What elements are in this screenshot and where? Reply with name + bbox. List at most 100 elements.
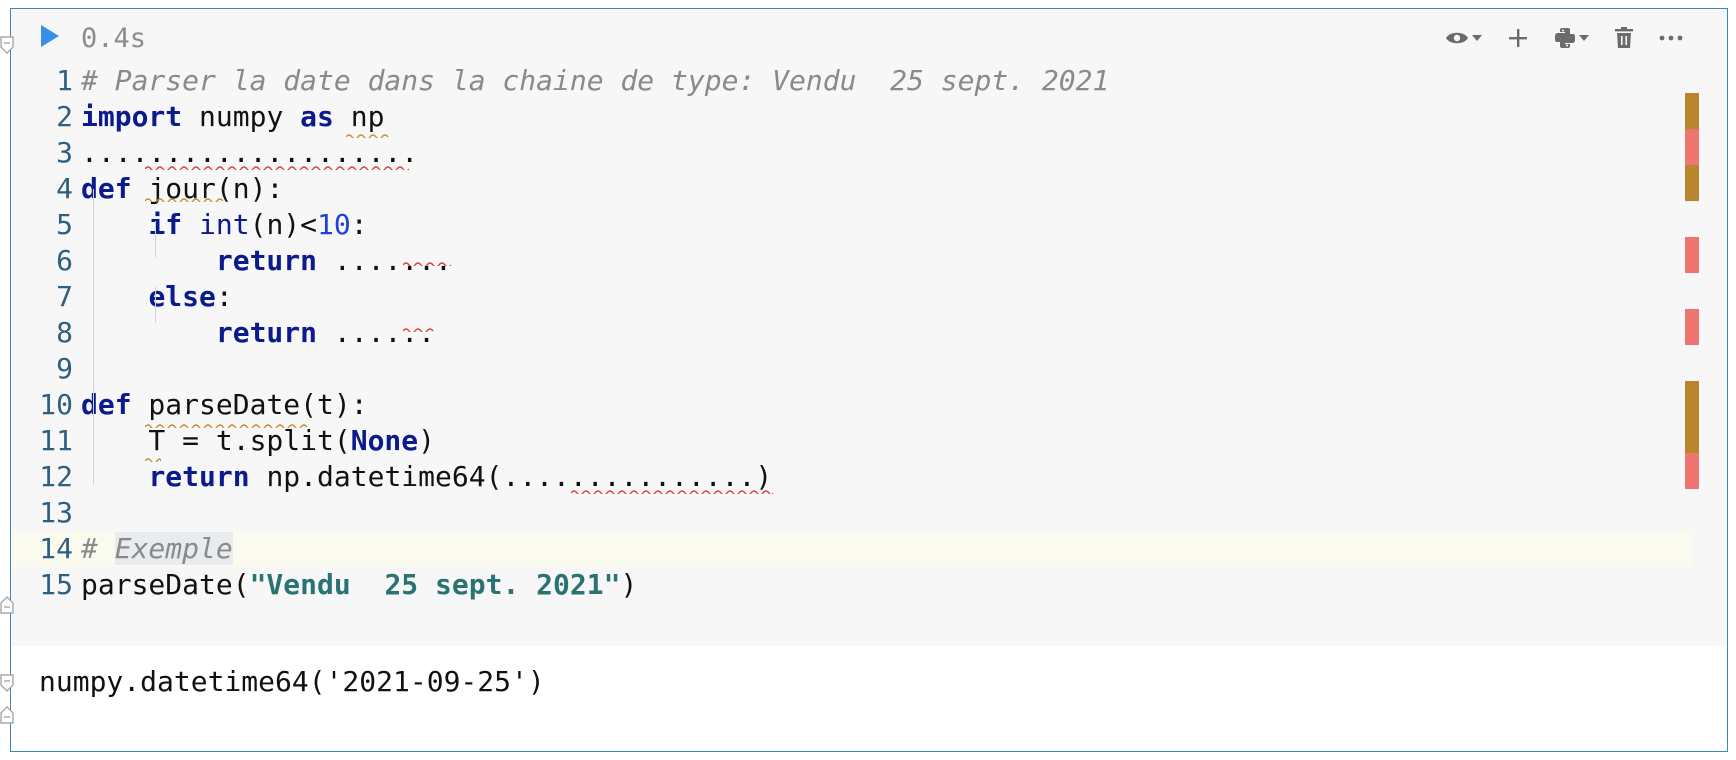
error-marker[interactable] — [1685, 237, 1699, 273]
code-line[interactable]: 13 — [11, 495, 1711, 531]
code-line[interactable]: 9 — [11, 351, 1711, 387]
fold-icon[interactable] — [0, 36, 14, 54]
code-token: def — [81, 388, 132, 421]
line-number: 15 — [39, 568, 73, 601]
more-icon — [1659, 35, 1683, 41]
code-token: # — [81, 532, 115, 565]
code-text[interactable]: # Exemple — [81, 531, 233, 567]
code-token: as — [300, 100, 334, 133]
chevron-down-icon — [1579, 35, 1589, 41]
code-line[interactable]: 1 # Parser la date dans la chaine de type… — [11, 63, 1711, 99]
code-line[interactable]: 7 else: — [11, 279, 1711, 315]
indent-guide — [155, 221, 156, 257]
indent-guide — [93, 189, 94, 451]
code-token: return — [215, 316, 318, 349]
code-line[interactable]: 15 parseDate("Vendu 25 sept. 2021") — [11, 567, 1711, 603]
line-number: 5 — [56, 208, 73, 241]
line-number: 9 — [56, 352, 73, 385]
code-line[interactable]: 5 if int(n)<10: — [11, 207, 1711, 243]
code-token: return — [215, 244, 318, 277]
code-token: parseDate(t): — [131, 388, 368, 421]
line-number: 2 — [56, 100, 73, 133]
code-token: ...... — [317, 316, 436, 349]
cell-output: numpy.datetime64('2021-09-25') — [39, 665, 545, 698]
code-text[interactable]: if int(n)<10: — [81, 207, 368, 243]
error-marker[interactable] — [1685, 129, 1699, 165]
code-token: T = t.split( — [81, 424, 351, 457]
warning-marker[interactable] — [1685, 93, 1699, 129]
line-number: 1 — [56, 64, 73, 97]
code-line[interactable]: 2 import numpy as np — [11, 99, 1711, 135]
warning-underline — [145, 424, 308, 428]
code-text[interactable]: import numpy as np — [81, 99, 384, 135]
line-number: 4 — [56, 172, 73, 205]
code-line[interactable]: 12 return np.datetime64(...............) — [11, 459, 1711, 495]
error-marker[interactable] — [1685, 453, 1699, 489]
code-text[interactable]: return ....... — [81, 243, 452, 279]
code-token: None — [350, 424, 419, 457]
warning-marker[interactable] — [1685, 165, 1699, 201]
code-line[interactable]: 14 # Exemple — [11, 531, 1691, 567]
line-number: 6 — [56, 244, 73, 277]
warning-marker[interactable] — [1685, 381, 1699, 453]
code-token: if — [148, 208, 183, 241]
notebook-cell[interactable]: 0.4s 1 # Parser la date dans la chaine d… — [10, 8, 1728, 752]
line-number: 3 — [56, 136, 73, 169]
line-number: 12 — [39, 460, 73, 493]
code-text[interactable]: return ...... — [81, 315, 435, 351]
code-line[interactable]: 8 return ...... — [11, 315, 1711, 351]
indent-guide — [93, 417, 94, 485]
trash-icon — [1615, 27, 1633, 48]
fold-icon[interactable] — [0, 596, 14, 614]
code-text[interactable]: T = t.split(None) — [81, 423, 435, 459]
code-token: "Vendu 25 sept. 2021" — [249, 568, 621, 601]
code-token: else — [148, 280, 216, 313]
fold-icon[interactable] — [0, 706, 14, 724]
code-token: return — [148, 460, 250, 493]
code-token: 10 — [317, 208, 351, 241]
code-line[interactable]: 11 T = t.split(None) — [11, 423, 1711, 459]
code-token: numpy — [182, 100, 301, 133]
warning-underline — [346, 134, 389, 138]
python-icon — [1555, 28, 1575, 48]
code-token: : — [215, 280, 233, 313]
code-token: import — [81, 100, 183, 133]
code-token: (n)< — [249, 208, 318, 241]
line-number: 14 — [39, 532, 73, 565]
line-number: 7 — [56, 280, 73, 313]
line-number: 13 — [39, 496, 73, 529]
code-token: def — [81, 172, 132, 205]
error-underline — [403, 262, 451, 266]
code-token: Exemple — [114, 532, 233, 565]
code-text[interactable]: else: — [81, 279, 233, 315]
code-token: parseDate( — [81, 568, 250, 601]
code-token: : — [350, 208, 368, 241]
code-editor[interactable]: 0.4s 1 # Parser la date dans la chaine d… — [11, 9, 1727, 646]
eye-icon — [1446, 32, 1468, 44]
line-number: 10 — [39, 388, 73, 421]
kernel-selector[interactable] — [1554, 27, 1589, 49]
more-options-button[interactable] — [1659, 35, 1683, 41]
code-text[interactable]: def parseDate(t): — [81, 387, 368, 423]
run-cell-button[interactable] — [41, 25, 59, 47]
execution-time: 0.4s — [81, 23, 147, 54]
error-marker[interactable] — [1685, 309, 1699, 345]
indent-guide — [155, 287, 156, 323]
code-line[interactable]: 10 def parseDate(t): — [11, 387, 1711, 423]
visibility-toggle[interactable] — [1445, 30, 1482, 46]
code-line[interactable]: 4 def jour(n): — [11, 171, 1711, 207]
code-line[interactable]: 6 return ....... — [11, 243, 1711, 279]
error-underline — [403, 328, 434, 332]
line-number: 11 — [39, 424, 73, 457]
delete-cell-button[interactable] — [1615, 27, 1633, 49]
fold-icon[interactable] — [0, 674, 14, 692]
code-text[interactable]: # Parser la date dans la chaine de type:… — [81, 63, 1109, 99]
code-token: np — [333, 100, 385, 133]
line-number: 8 — [56, 316, 73, 349]
code-text[interactable]: parseDate("Vendu 25 sept. 2021") — [81, 567, 637, 603]
add-cell-button[interactable] — [1508, 28, 1528, 48]
